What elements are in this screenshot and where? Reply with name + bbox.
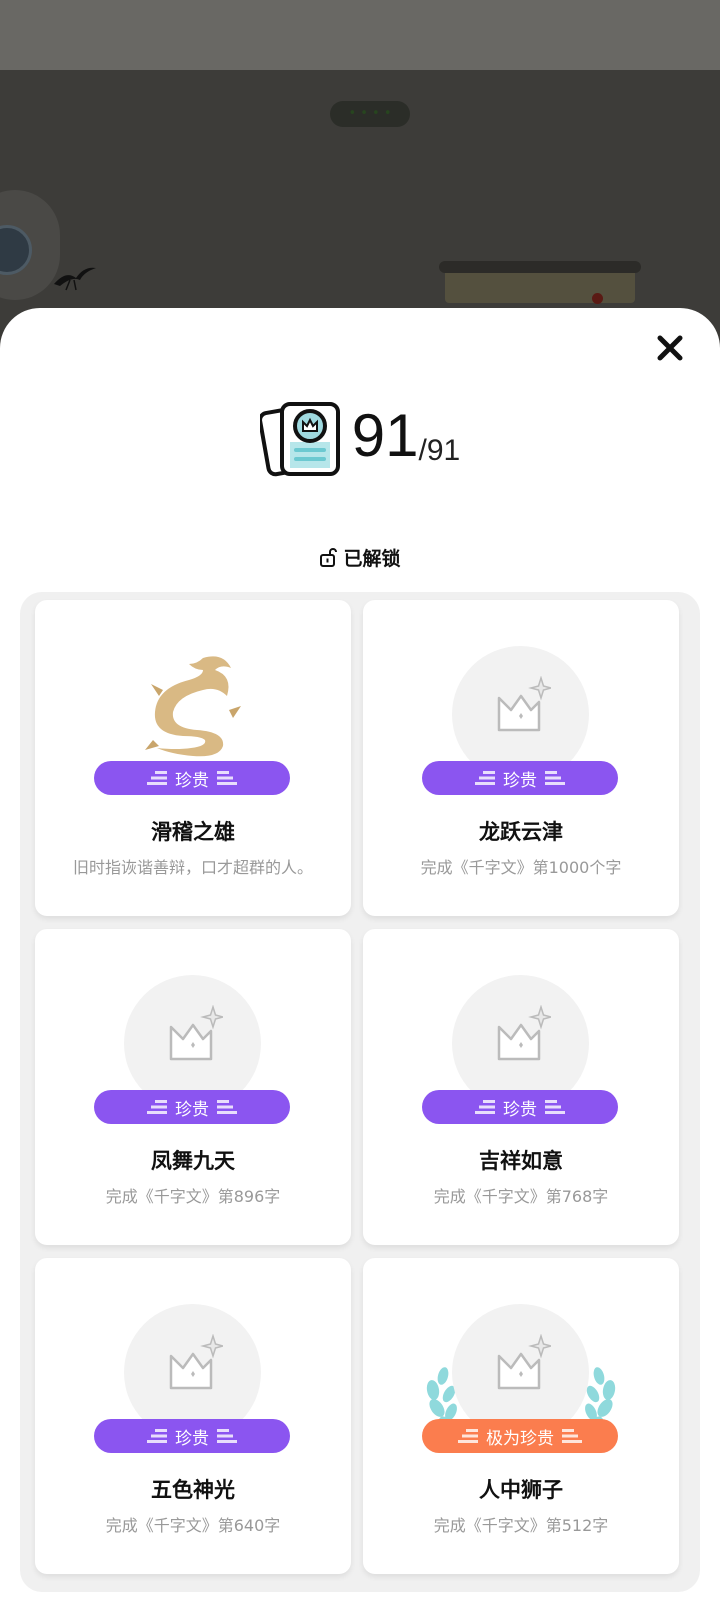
achievement-card[interactable]: 珍贵 滑稽之雄 旧时指诙谐善辩，口才超群的人。 [35, 600, 351, 916]
rarity-label: 珍贵 [175, 1428, 209, 1449]
rarity-label: 珍贵 [175, 1099, 209, 1120]
bird-icon [54, 267, 96, 291]
rarity-badge: 珍贵 [422, 1090, 618, 1124]
achievement-grid: 珍贵 滑稽之雄 旧时指诙谐善辩，口才超群的人。 珍贵 龙跃云津 完成《千字文》第… [20, 592, 700, 1592]
rarity-label: 珍贵 [175, 770, 209, 791]
unlock-icon [320, 548, 338, 567]
crown-icon [169, 1005, 223, 1061]
achievement-desc: 旧时指诙谐善辩，口才超群的人。 [72, 858, 313, 877]
achievement-card[interactable]: 极为珍贵 人中狮子 完成《千字文》第512字 [363, 1258, 679, 1574]
filter-label: 已解锁 [343, 547, 401, 570]
achievement-title: 人中狮子 [479, 1478, 563, 1502]
achievement-title: 龙跃云津 [479, 820, 563, 844]
dragon-icon [145, 656, 241, 757]
rarity-label: 珍贵 [503, 770, 537, 791]
achievement-card[interactable]: 珍贵 五色神光 完成《千字文》第640字 [35, 1258, 351, 1574]
background-top-bar [0, 0, 720, 70]
crown-icon [497, 1334, 551, 1390]
filter-unlocked[interactable]: 已解锁 [0, 545, 720, 570]
achievement-desc: 完成《千字文》第768字 [433, 1187, 609, 1206]
total-count: /91 [418, 434, 461, 467]
rarity-badge: 珍贵 [94, 1419, 290, 1453]
certificate-icon [259, 402, 340, 477]
achievement-desc: 完成《千字文》第512字 [433, 1516, 609, 1535]
achievement-card[interactable]: 珍贵 龙跃云津 完成《千字文》第1000个字 [363, 600, 679, 916]
rarity-badge: 珍贵 [94, 761, 290, 795]
rarity-badge: 珍贵 [94, 1090, 290, 1124]
rarity-badge: 极为珍贵 [422, 1419, 618, 1453]
achievement-title: 滑稽之雄 [151, 820, 235, 844]
rarity-label: 珍贵 [503, 1099, 537, 1120]
crown-icon [497, 676, 551, 732]
achievement-desc: 完成《千字文》第896字 [105, 1187, 281, 1206]
achievement-desc: 完成《千字文》第1000个字 [420, 858, 622, 877]
close-icon[interactable] [655, 333, 685, 363]
achievement-title: 五色神光 [151, 1478, 235, 1502]
achievement-counter: 91 /91 [0, 400, 720, 480]
unlocked-count: 91 [351, 402, 419, 469]
achievement-title: 吉祥如意 [479, 1149, 563, 1173]
crown-icon [497, 1005, 551, 1061]
rarity-badge: 珍贵 [422, 761, 618, 795]
background-pill: • • • • [330, 101, 410, 127]
achievement-desc: 完成《千字文》第640字 [105, 1516, 281, 1535]
achievement-title: 凤舞九天 [151, 1149, 235, 1173]
crown-icon [169, 1334, 223, 1390]
achievement-card[interactable]: 珍贵 吉祥如意 完成《千字文》第768字 [363, 929, 679, 1245]
background-scroll [439, 261, 641, 304]
rarity-label: 极为珍贵 [486, 1428, 554, 1449]
achievement-card[interactable]: 珍贵 凤舞九天 完成《千字文》第896字 [35, 929, 351, 1245]
